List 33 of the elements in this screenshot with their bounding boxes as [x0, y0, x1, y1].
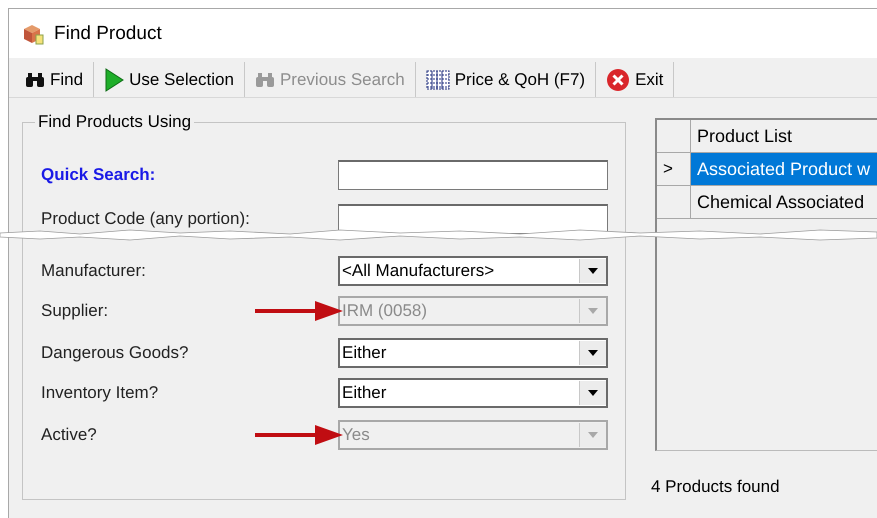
field-label: Quick Search: — [41, 165, 156, 185]
field-label: Product Code (any portion): — [41, 209, 251, 229]
caret-icon — [588, 432, 598, 438]
box-icon — [22, 22, 44, 44]
dropdown-field[interactable]: Either — [338, 378, 608, 408]
field-label: Supplier: — [41, 301, 110, 321]
field-label: Dangerous Goods? — [41, 343, 190, 363]
toolbar-button[interactable]: Use Selection — [94, 62, 245, 97]
toolbar-button[interactable]: Exit — [596, 62, 674, 97]
table-icon — [426, 70, 450, 90]
group-title: Find Products Using — [37, 112, 192, 132]
grid-row[interactable]: Associated Product w — [691, 153, 877, 185]
field-label: Active? — [41, 425, 98, 445]
column-header: Product List — [696, 124, 794, 148]
dropdown-field[interactable]: <All Manufacturers> — [338, 256, 608, 286]
caret-icon — [588, 268, 598, 274]
caret-icon — [588, 390, 598, 396]
play-icon — [104, 68, 124, 92]
text-field[interactable] — [338, 204, 608, 234]
binoculars-icon — [254, 72, 275, 88]
field-label: Manufacturer: — [41, 261, 147, 281]
close-icon — [606, 68, 630, 92]
text-field[interactable] — [338, 160, 608, 190]
caret-icon — [588, 308, 598, 314]
status-text: 4 Products found — [651, 477, 781, 497]
binoculars-icon — [25, 72, 45, 88]
field-label: Inventory Item? — [41, 383, 160, 403]
dropdown-field[interactable]: Either — [338, 338, 608, 368]
toolbar-button[interactable]: Price & QoH (F7) — [416, 62, 596, 97]
window-title: Find Product — [54, 22, 162, 44]
toolbar-button[interactable]: Find — [15, 62, 94, 97]
grid-row[interactable]: Chemical Associated — [691, 186, 877, 218]
caret-icon — [588, 350, 598, 356]
